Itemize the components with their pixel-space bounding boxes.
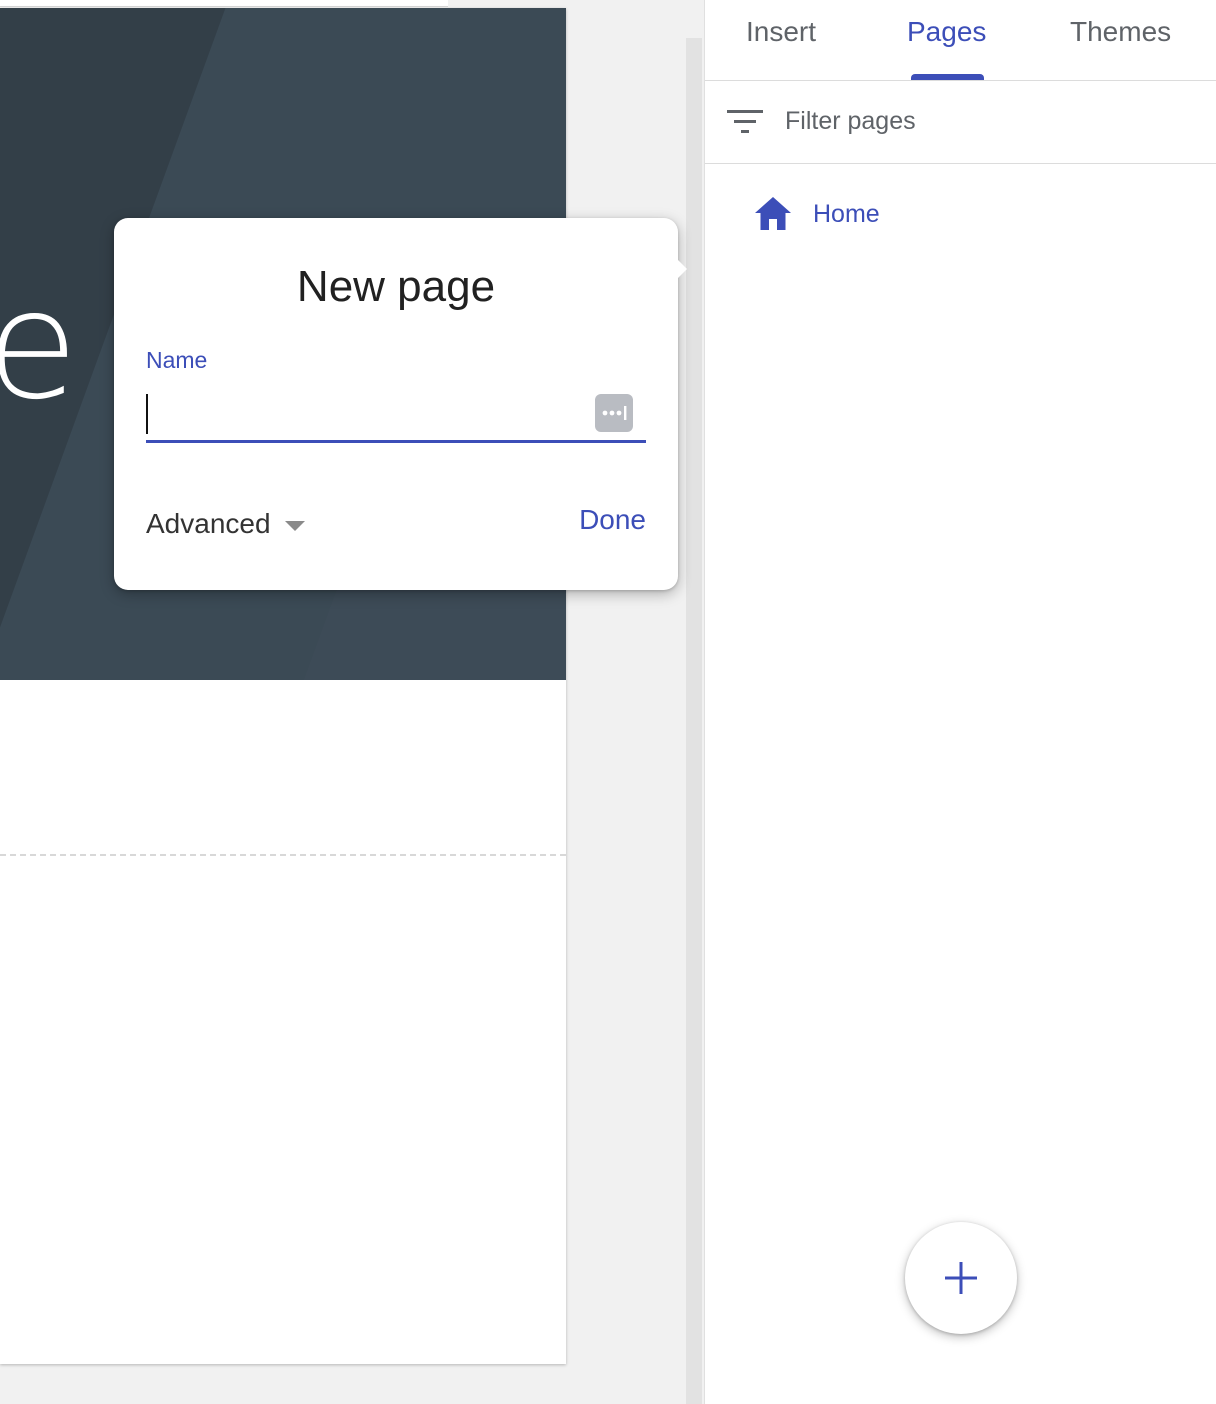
filter-bar	[705, 81, 1216, 164]
name-field-label: Name	[146, 347, 208, 373]
dialog-pointer	[678, 260, 687, 278]
filter-pages-input[interactable]	[785, 101, 1185, 141]
advanced-toggle[interactable]: Advanced	[146, 504, 305, 544]
plus-icon	[945, 1262, 977, 1294]
filter-icon[interactable]	[727, 107, 763, 137]
name-field[interactable]	[146, 386, 646, 443]
new-page-dialog: New page Name Advanced Done	[114, 218, 687, 590]
tab-themes[interactable]: Themes	[1070, 14, 1171, 50]
tab-pages[interactable]: Pages	[907, 14, 986, 50]
tab-insert[interactable]: Insert	[746, 14, 816, 50]
banner-title-fragment: e	[0, 259, 79, 433]
page-name-input[interactable]	[146, 392, 576, 436]
editor-canvas: e New page Name Advanced Done	[0, 0, 704, 1404]
add-page-button[interactable]	[905, 1222, 1017, 1334]
done-button[interactable]: Done	[579, 502, 646, 538]
advanced-label: Advanced	[146, 508, 271, 539]
section-divider	[0, 854, 566, 856]
side-panel: Insert Pages Themes Home	[704, 0, 1216, 1404]
autofill-key-icon[interactable]	[595, 394, 633, 432]
home-icon	[755, 197, 791, 230]
dialog-title: New page	[296, 262, 496, 311]
canvas-scrollbar[interactable]	[686, 38, 702, 1404]
site-page-preview: e	[0, 8, 566, 1364]
dropdown-arrow-icon	[284, 521, 305, 531]
active-tab-indicator	[911, 74, 984, 80]
top-strip	[0, 0, 448, 7]
page-name-label: Home	[813, 200, 880, 228]
text-caret	[146, 394, 148, 434]
tab-bar: Insert Pages Themes	[705, 0, 1216, 81]
page-list-item-home[interactable]: Home	[753, 190, 880, 238]
